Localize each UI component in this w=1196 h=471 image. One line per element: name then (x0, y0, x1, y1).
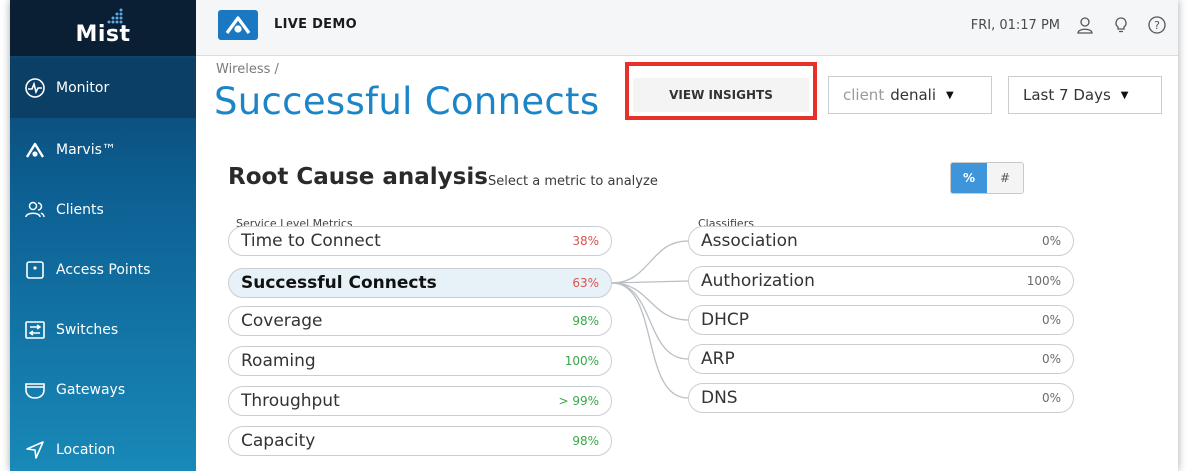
classifier-dhcp[interactable]: DHCP 0% (688, 305, 1074, 335)
metric-time-to-connect[interactable]: Time to Connect 38% (228, 226, 612, 256)
classifier-value: 0% (1041, 391, 1061, 405)
metric-throughput[interactable]: Throughput > 99% (228, 386, 612, 416)
metric-name: Successful Connects (241, 273, 437, 293)
metric-value: 63% (572, 276, 599, 290)
metric-value: 38% (572, 234, 599, 248)
metric-capacity[interactable]: Capacity 98% (228, 426, 612, 456)
metric-successful-connects[interactable]: Successful Connects 63% (228, 268, 612, 298)
classifier-value: 100% (1026, 274, 1061, 288)
metric-name: Throughput (241, 391, 340, 411)
classifier-name: Authorization (701, 271, 815, 291)
classifier-name: DHCP (701, 310, 749, 330)
metric-coverage[interactable]: Coverage 98% (228, 306, 612, 336)
metric-value: > 99% (558, 394, 599, 408)
classifier-name: ARP (701, 349, 735, 369)
metric-name: Roaming (241, 351, 316, 371)
metric-name: Time to Connect (241, 231, 381, 251)
classifier-value: 0% (1041, 352, 1061, 366)
classifier-authorization[interactable]: Authorization 100% (688, 266, 1074, 296)
classifier-name: Association (701, 231, 798, 251)
classifier-association[interactable]: Association 0% (688, 226, 1074, 256)
classifier-arp[interactable]: ARP 0% (688, 344, 1074, 374)
classifier-value: 0% (1041, 313, 1061, 327)
metric-roaming[interactable]: Roaming 100% (228, 346, 612, 376)
classifier-name: DNS (701, 388, 738, 408)
app-window: Mist Monitor Marvis™ Clients Access Poin (10, 0, 1178, 471)
metric-value: 98% (572, 314, 599, 328)
classifier-dns[interactable]: DNS 0% (688, 383, 1074, 413)
metric-name: Coverage (241, 311, 323, 331)
metric-value: 100% (564, 354, 599, 368)
classifier-value: 0% (1041, 234, 1061, 248)
metric-value: 98% (572, 434, 599, 448)
metric-name: Capacity (241, 431, 316, 451)
